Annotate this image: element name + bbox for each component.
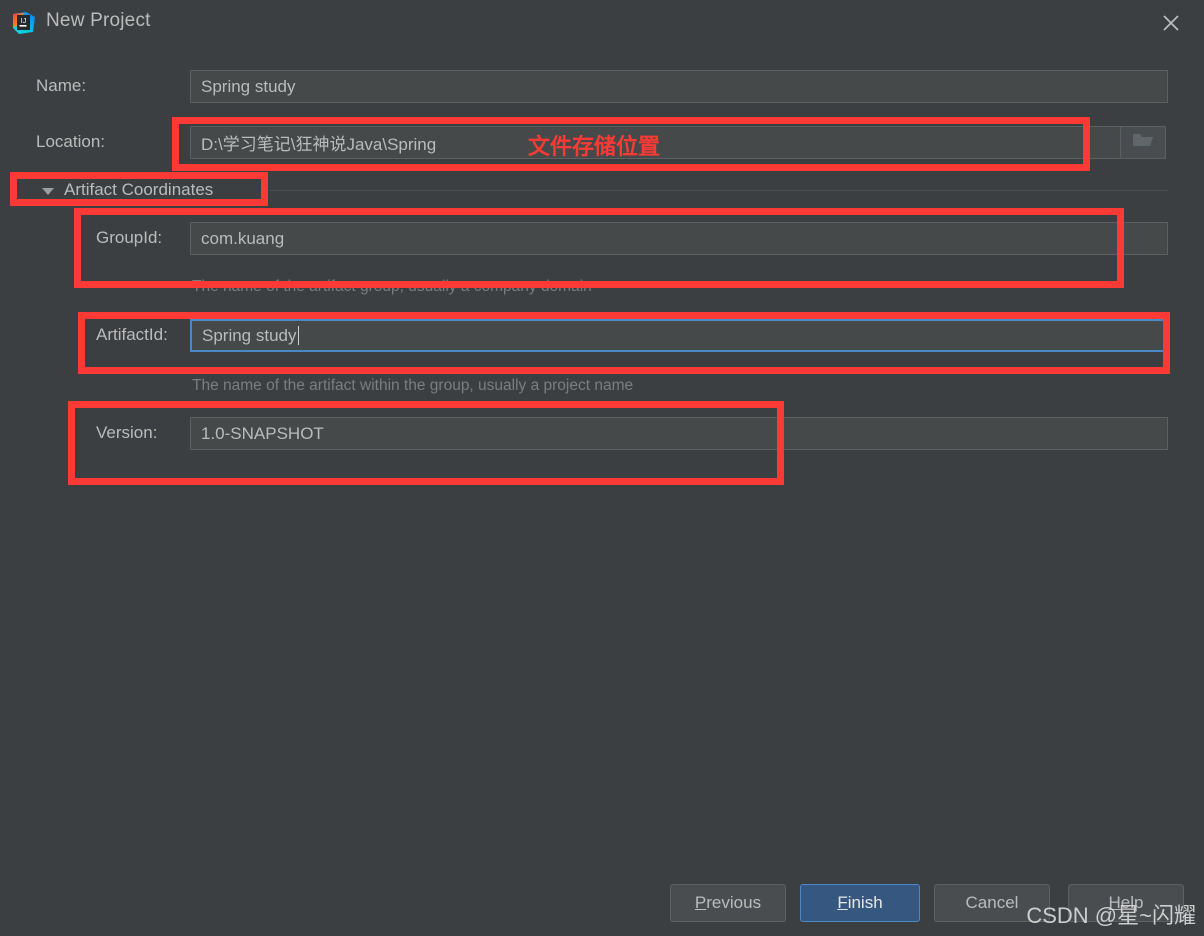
version-input-value: 1.0-SNAPSHOT — [201, 423, 324, 443]
artifact-id-input[interactable]: Spring study — [190, 319, 1170, 352]
group-id-input-value: com.kuang — [201, 228, 285, 248]
group-id-hint: The name of the artifact group, usually … — [192, 278, 592, 295]
finish-button-mnemonic: F — [837, 893, 848, 912]
chevron-down-icon — [42, 187, 54, 195]
group-id-label: GroupId: — [96, 228, 163, 247]
previous-button[interactable]: Previous — [670, 884, 786, 922]
previous-button-label: revious — [706, 893, 762, 912]
group-id-input[interactable]: com.kuang — [190, 222, 1168, 255]
location-input-value: D:\学习笔记\狂神说Java\Spring — [201, 135, 437, 154]
annotation-location-note: 文件存储位置 — [528, 134, 661, 159]
location-label: Location: — [36, 132, 105, 151]
artifact-id-label: ArtifactId: — [96, 325, 168, 344]
folder-icon — [1132, 131, 1154, 154]
svg-text:IJ: IJ — [21, 18, 26, 25]
finish-button[interactable]: Finish — [800, 884, 920, 922]
text-caret — [297, 326, 299, 345]
previous-button-mnemonic: P — [694, 893, 707, 912]
name-label: Name: — [36, 76, 87, 95]
close-icon[interactable] — [1154, 8, 1188, 38]
artifact-id-hint: The name of the artifact within the grou… — [192, 377, 634, 394]
artifact-coordinates-section-header[interactable]: Artifact Coordinates — [42, 180, 213, 200]
finish-button-label: inish — [847, 893, 883, 912]
watermark: CSDN @星~闪耀 — [1026, 903, 1196, 928]
cancel-button-label: Cancel — [965, 893, 1019, 912]
name-input-value: Spring study — [201, 76, 296, 96]
section-separator — [270, 190, 1168, 191]
version-label: Version: — [96, 423, 158, 442]
artifact-id-input-value: Spring study — [202, 325, 297, 345]
title-bar: IJ New Project — [0, 0, 1204, 46]
location-browse-button[interactable] — [1120, 126, 1166, 159]
location-input[interactable]: D:\学习笔记\狂神说Java\Spring — [190, 126, 1136, 159]
name-input[interactable]: Spring study — [190, 70, 1168, 103]
new-project-dialog: IJ New Project Name: Spring study Locati… — [0, 0, 1204, 936]
version-input[interactable]: 1.0-SNAPSHOT — [190, 417, 1168, 450]
artifact-coordinates-title: Artifact Coordinates — [64, 180, 214, 199]
window-title: New Project — [46, 10, 151, 31]
intellij-idea-logo-icon: IJ — [12, 11, 36, 35]
